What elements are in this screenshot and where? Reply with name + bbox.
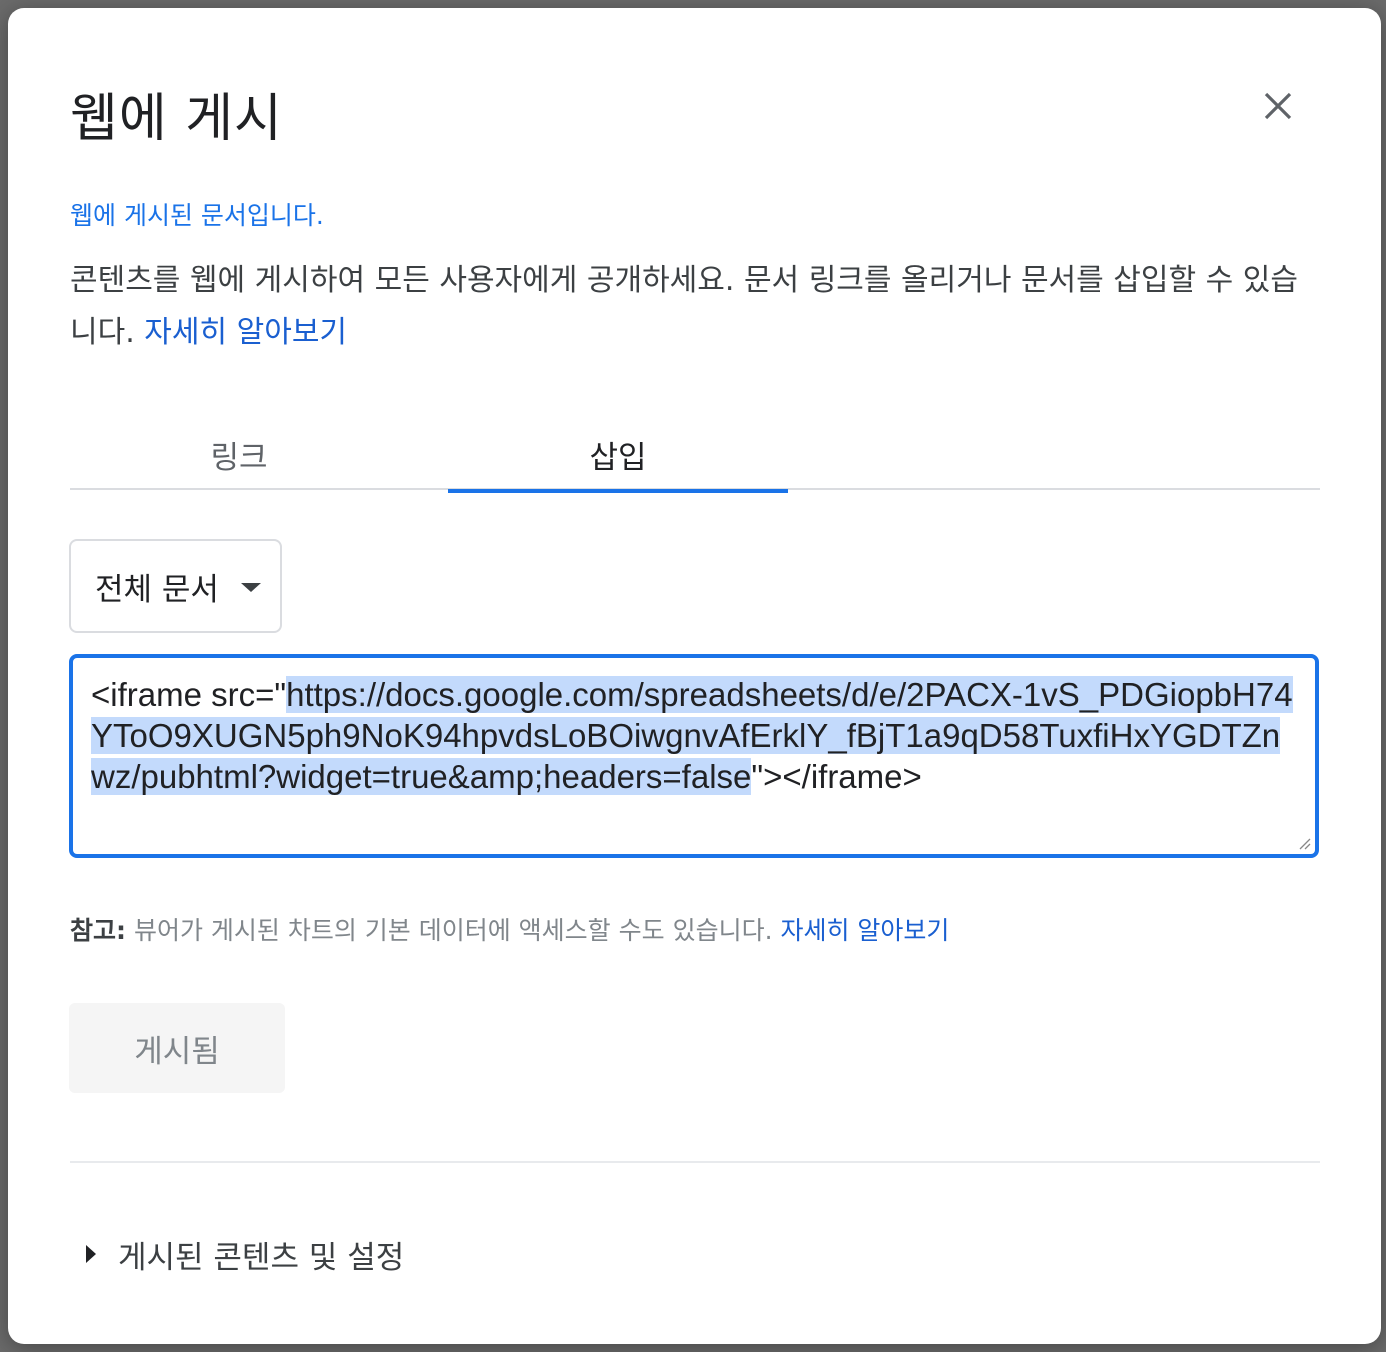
published-content-settings-toggle[interactable]: 게시된 콘텐츠 및 설정 — [86, 1234, 405, 1276]
resize-grip-icon[interactable] — [1295, 834, 1311, 850]
published-button[interactable]: 게시됨 — [69, 1003, 285, 1093]
scope-select-value: 전체 문서 — [95, 571, 219, 608]
tab-link[interactable]: 링크 — [70, 418, 408, 490]
embed-code-textarea[interactable]: <iframe src="https://docs.google.com/spr… — [69, 654, 1319, 858]
scope-select[interactable]: 전체 문서 — [69, 539, 282, 633]
dialog-title: 웹에 게시 — [70, 89, 283, 149]
tab-embed[interactable]: 삽입 — [448, 418, 788, 493]
note-prefix: 참고: — [70, 916, 126, 945]
publish-to-web-dialog: 웹에 게시 웹에 게시된 문서입니다. 콘텐츠를 웹에 게시하여 모든 사용자에… — [8, 8, 1381, 1344]
note-text: 참고: 뷰어가 게시된 차트의 기본 데이터에 액세스할 수도 있습니다. 자세… — [70, 911, 949, 947]
note-learn-more-link[interactable]: 자세히 알아보기 — [780, 916, 949, 945]
close-button[interactable] — [1254, 82, 1302, 130]
publish-status: 웹에 게시된 문서입니다. — [70, 201, 324, 230]
learn-more-link[interactable]: 자세히 알아보기 — [144, 315, 347, 350]
embed-code-suffix: "></iframe> — [751, 758, 922, 795]
note-body: 뷰어가 게시된 차트의 기본 데이터에 액세스할 수도 있습니다. — [126, 916, 781, 945]
divider — [70, 1161, 1320, 1163]
dialog-description: 콘텐츠를 웹에 게시하여 모든 사용자에게 공개하세요. 문서 링크를 올리거나… — [70, 255, 1310, 359]
triangle-right-icon — [86, 1245, 96, 1263]
embed-code-prefix: <iframe src=" — [91, 676, 287, 713]
chevron-down-icon — [241, 583, 261, 592]
close-icon — [1264, 92, 1292, 120]
tab-bar: 링크 삽입 — [70, 418, 1320, 493]
expander-label: 게시된 콘텐츠 및 설정 — [118, 1239, 405, 1276]
